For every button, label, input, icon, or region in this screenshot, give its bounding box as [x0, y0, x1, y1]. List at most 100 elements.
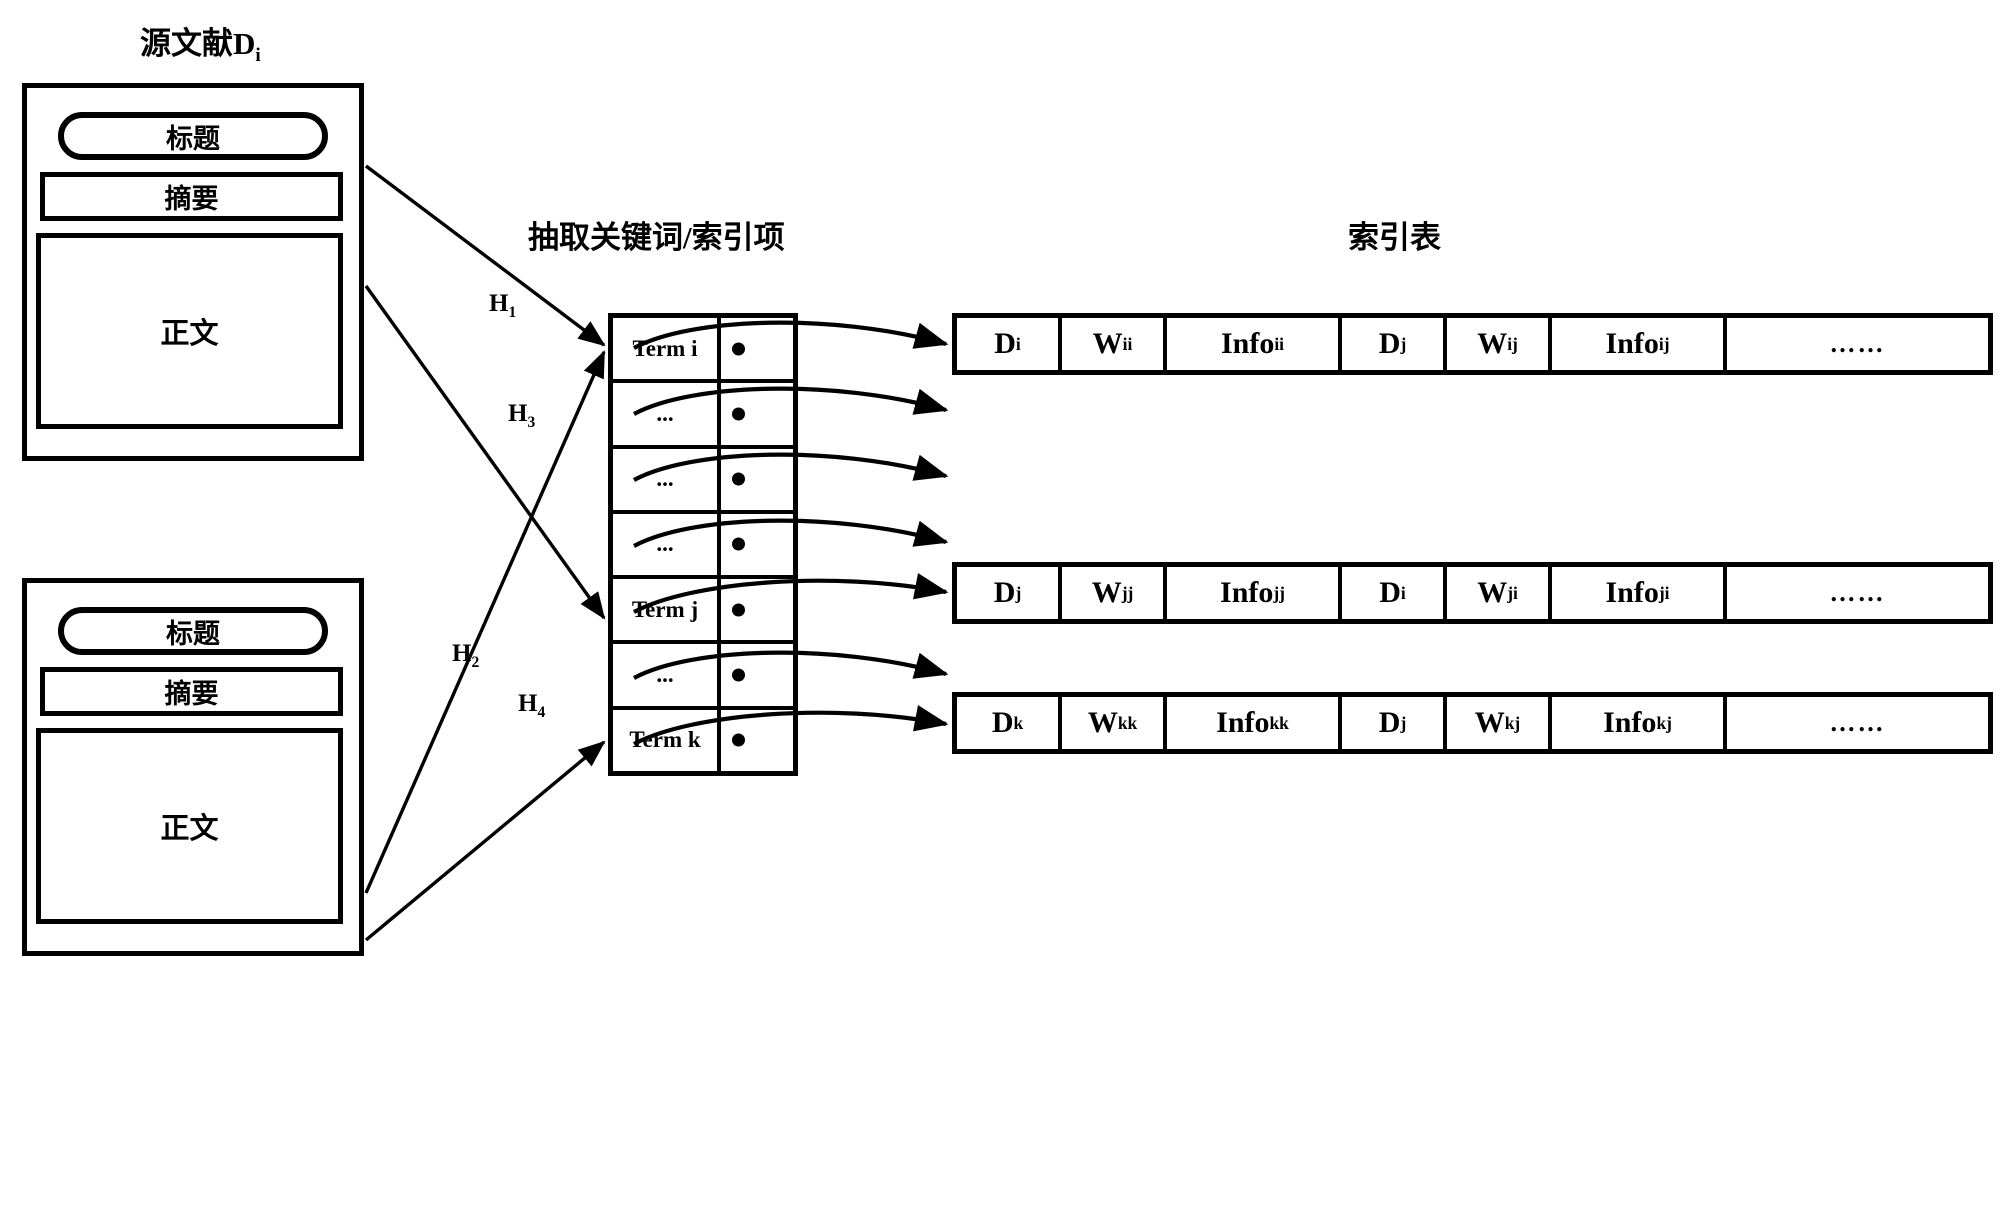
- index-cell-doc: Dj: [1342, 318, 1447, 370]
- term-pointer-cell[interactable]: [721, 318, 793, 379]
- cell-base: W: [1092, 327, 1123, 360]
- weight-label-h4-base: H: [518, 690, 538, 717]
- cell-base: Info: [1605, 576, 1659, 609]
- term-pointer-cell[interactable]: [721, 449, 793, 510]
- term-pointer-cell[interactable]: [721, 514, 793, 575]
- cell-sub: j: [1400, 712, 1407, 733]
- term-table-row[interactable]: Term j: [613, 579, 793, 645]
- index-cell-weight: Wkj: [1447, 697, 1552, 749]
- term-pointer-cell[interactable]: [721, 383, 793, 444]
- term-label: Term j: [613, 579, 721, 641]
- index-posting-row-term-j: Dj Wjj Info jj Di Wji Info ji ……: [952, 562, 1993, 624]
- diagram-canvas: 源文献Di 标题 摘要 正文 源文献Dj 标题 摘要 正文 抽取关键词/索引项 …: [0, 0, 2011, 1231]
- term-pointer-cell[interactable]: [721, 579, 793, 640]
- pointer-dot-icon: [732, 733, 745, 747]
- weight-label-h3-base: H: [508, 400, 528, 427]
- term-pointer-cell[interactable]: [721, 710, 793, 771]
- weight-label-h4: H4: [518, 690, 545, 722]
- cell-sub: i: [1400, 582, 1406, 603]
- term-label: Term i: [613, 318, 721, 380]
- source-document-i-heading-text: 源文献D: [140, 26, 256, 61]
- cell-sub: ij: [1658, 333, 1670, 354]
- weight-label-h2-sub: 2: [471, 654, 480, 671]
- cell-base: D: [993, 576, 1016, 609]
- extract-keywords-heading: 抽取关键词/索引项: [528, 220, 785, 255]
- index-cell-doc: Di: [957, 318, 1062, 370]
- term-table-row[interactable]: ...: [613, 644, 793, 710]
- index-cell-info: Info ij: [1552, 318, 1727, 370]
- cell-sub: k: [1013, 712, 1024, 733]
- term-table-row[interactable]: ...: [613, 448, 793, 514]
- cell-sub: kj: [1656, 712, 1672, 733]
- pointer-dot-icon: [732, 537, 745, 551]
- index-cell-doc: Dk: [957, 697, 1062, 749]
- cell-sub: kj: [1504, 712, 1521, 733]
- source-document-i-body-label: 正文: [160, 318, 219, 350]
- source-document-j-abstract-label: 摘要: [164, 679, 219, 709]
- index-cell-weight: Wji: [1447, 567, 1552, 619]
- cell-sub: ii: [1274, 333, 1285, 354]
- index-cell-doc: Dj: [1342, 697, 1447, 749]
- cell-base: ……: [1829, 329, 1886, 358]
- term-pointer-cell[interactable]: [721, 644, 793, 705]
- source-document-j-abstract-box: 摘要: [40, 667, 343, 716]
- weight-label-h1-sub: 1: [508, 304, 517, 321]
- term-label: ...: [613, 644, 721, 706]
- cell-base: W: [1091, 576, 1122, 609]
- source-document-j-body-box: 正文: [36, 728, 343, 924]
- index-posting-row-term-k: Dk Wkk Info kk Dj Wkj Info kj ……: [952, 692, 1993, 754]
- index-cell-info: Info ji: [1552, 567, 1727, 619]
- term-label: ...: [613, 448, 721, 510]
- term-table-row[interactable]: Term k: [613, 709, 793, 771]
- weight-label-h2-base: H: [452, 640, 472, 667]
- index-cell-weight: Wij: [1447, 318, 1552, 370]
- index-cell-weight: Wkk: [1062, 697, 1167, 749]
- cell-sub: kk: [1117, 712, 1138, 733]
- weight-label-h1-base: H: [489, 290, 509, 317]
- cell-base: Info: [1220, 327, 1275, 360]
- source-document-i-abstract-box: 摘要: [40, 172, 343, 221]
- term-label: Term k: [613, 709, 721, 771]
- term-table-row[interactable]: ...: [613, 383, 793, 449]
- index-posting-row-term-i: Di Wii Info ii Dj Wij Info ij ……: [952, 313, 1993, 375]
- weight-label-h2: H2: [452, 640, 479, 672]
- cell-sub: j: [1400, 333, 1407, 354]
- source-document-i-abstract-label: 摘要: [164, 184, 219, 214]
- source-document-i-title-box: 标题: [58, 112, 328, 160]
- cell-base: Info: [1603, 706, 1657, 739]
- cell-sub: ij: [1507, 333, 1518, 354]
- pointer-dot-icon: [732, 472, 745, 486]
- pointer-dot-icon: [732, 668, 745, 682]
- index-cell-weight: Wii: [1062, 318, 1167, 370]
- cell-sub: jj: [1273, 582, 1285, 603]
- source-document-i-heading-sub: i: [255, 45, 261, 67]
- cell-base: W: [1477, 327, 1508, 360]
- cell-base: W: [1477, 576, 1508, 609]
- link-h2-abstract-to-term-i: [364, 350, 606, 894]
- index-cell-info: Info kk: [1167, 697, 1342, 749]
- index-cell-ellipsis: ……: [1727, 697, 1988, 749]
- cell-sub: ji: [1507, 582, 1518, 603]
- pointer-dot-icon: [732, 603, 745, 617]
- pointer-dot-icon: [732, 342, 745, 356]
- index-cell-doc: Dj: [957, 567, 1062, 619]
- cell-sub: ii: [1122, 333, 1133, 354]
- index-cell-ellipsis: ……: [1727, 318, 1988, 370]
- cell-base: D: [1379, 576, 1401, 609]
- cell-sub: kk: [1269, 712, 1289, 733]
- weight-label-h3-sub: 3: [527, 414, 536, 431]
- cell-sub: ji: [1658, 582, 1670, 603]
- index-table-heading: 索引表: [1348, 220, 1441, 255]
- link-h3-body-to-term-j: [364, 285, 606, 620]
- term-table-row[interactable]: ...: [613, 513, 793, 580]
- source-document-i-heading: 源文献Di: [140, 18, 261, 67]
- cell-sub: jj: [1121, 582, 1134, 603]
- index-cell-info: Info ii: [1167, 318, 1342, 370]
- term-table-row[interactable]: Term i: [613, 318, 793, 384]
- term-table: Term i ... ... ... Term j ... Term k: [608, 313, 798, 776]
- cell-base: D: [991, 706, 1014, 739]
- index-cell-doc: Di: [1342, 567, 1447, 619]
- term-label: ...: [613, 513, 721, 576]
- cell-base: W: [1474, 706, 1505, 739]
- cell-base: Info: [1216, 706, 1270, 739]
